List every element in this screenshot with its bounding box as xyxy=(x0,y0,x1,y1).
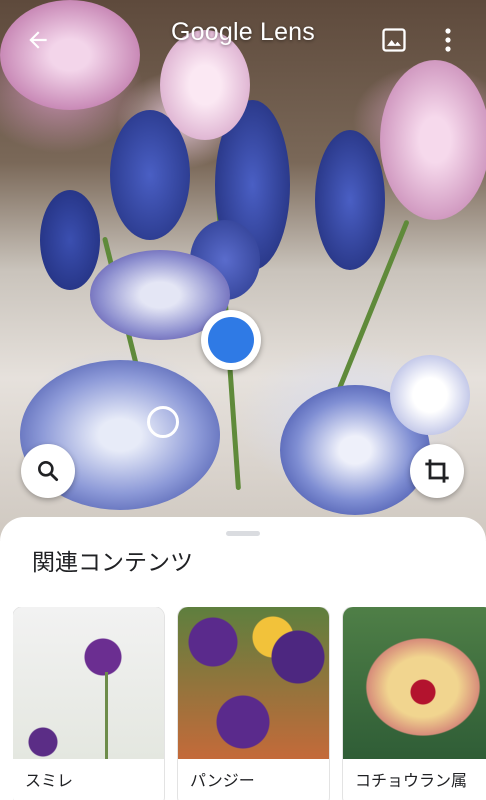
result-label: コチョウラン属 xyxy=(355,771,468,790)
sheet-title: 関連コンテンツ xyxy=(32,550,193,576)
more-options-button[interactable] xyxy=(434,20,462,60)
violet-flower xyxy=(390,355,470,435)
result-label: スミレ xyxy=(25,771,74,790)
crop-icon xyxy=(425,459,449,483)
result-label: パンジー xyxy=(190,771,255,790)
search-button[interactable] xyxy=(21,444,75,498)
selected-object-marker-fill xyxy=(208,317,254,363)
crop-button[interactable] xyxy=(410,444,464,498)
gallery-button[interactable] xyxy=(374,20,414,60)
selected-object-marker[interactable] xyxy=(201,310,261,370)
result-card[interactable]: パンジー xyxy=(178,607,329,800)
image-gallery-icon xyxy=(382,28,406,52)
search-icon xyxy=(38,461,59,482)
result-image-pansy xyxy=(178,607,329,759)
sheet-drag-handle[interactable] xyxy=(226,531,260,536)
muscari-flower xyxy=(315,130,385,270)
result-image-violet xyxy=(13,607,164,759)
object-target-ring[interactable] xyxy=(147,406,179,438)
muscari-flower xyxy=(40,190,100,290)
more-vert-icon xyxy=(445,28,451,52)
results-sheet[interactable]: 関連コンテンツ スミレ パンジー コチョウラン属 xyxy=(0,517,486,800)
result-image-orchid xyxy=(343,607,486,759)
camera-viewfinder[interactable]: Google Lens xyxy=(0,0,486,540)
result-card[interactable]: コチョウラン属 xyxy=(343,607,486,800)
cyclamen-flower xyxy=(380,60,486,220)
result-card[interactable]: スミレ xyxy=(13,607,164,800)
result-image-stem xyxy=(105,672,108,759)
results-carousel[interactable]: スミレ パンジー コチョウラン属 xyxy=(13,607,486,800)
